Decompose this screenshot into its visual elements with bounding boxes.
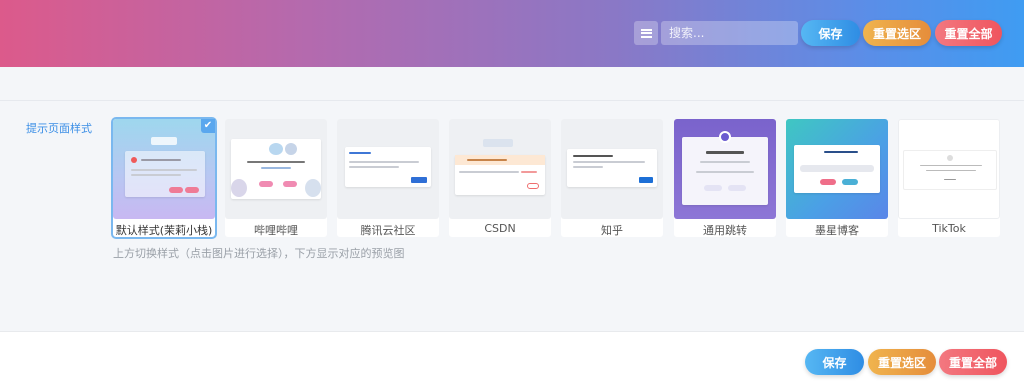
- menu-icon[interactable]: [634, 21, 658, 45]
- style-thumbnail: [674, 119, 776, 219]
- style-thumbnail: [225, 119, 327, 219]
- style-option-bilibili[interactable]: 哔哩哔哩: [225, 119, 327, 237]
- style-caption: TikTok: [932, 222, 966, 235]
- style-option-tencent[interactable]: 腾讯云社区: [337, 119, 439, 237]
- style-option-moxing[interactable]: 墨星博客: [786, 119, 888, 237]
- style-caption: 哔哩哔哩: [254, 224, 298, 237]
- check-icon: ✔: [201, 119, 215, 133]
- style-label: 提示页面样式: [26, 122, 92, 135]
- style-caption: 知乎: [601, 224, 623, 237]
- style-caption: 腾讯云社区: [360, 224, 416, 237]
- style-caption: 墨星博客: [815, 224, 859, 237]
- style-thumbnail: [449, 119, 551, 219]
- style-thumbnail: [337, 119, 439, 219]
- footer-bar: 保存 重置选区 重置全部: [0, 331, 1024, 387]
- style-caption: 默认样式(茉莉小栈): [115, 224, 213, 237]
- style-thumbnail: [561, 119, 663, 219]
- style-hint-text: 上方切换样式（点击图片进行选择），下方显示对应的预览图: [113, 247, 405, 260]
- style-caption: CSDN: [484, 222, 516, 235]
- footer-save-button[interactable]: 保存: [805, 349, 864, 375]
- search-input[interactable]: [661, 21, 798, 45]
- footer-reset-selection-button[interactable]: 重置选区: [868, 349, 936, 375]
- style-option-generic[interactable]: 通用跳转: [674, 119, 776, 237]
- style-thumbnail: [786, 119, 888, 219]
- style-option-csdn[interactable]: CSDN: [449, 119, 551, 237]
- style-thumbnail: [898, 119, 1000, 219]
- style-option-zhihu[interactable]: 知乎: [561, 119, 663, 237]
- style-thumbnail: [113, 119, 215, 219]
- style-option-tiktok[interactable]: TikTok: [898, 119, 1000, 237]
- footer-reset-all-button[interactable]: 重置全部: [939, 349, 1007, 375]
- reset-selection-button[interactable]: 重置选区: [863, 20, 931, 46]
- top-toolbar: 保存 重置选区 重置全部: [0, 0, 1024, 67]
- divider: [0, 100, 1024, 101]
- save-button[interactable]: 保存: [801, 20, 860, 46]
- reset-all-button[interactable]: 重置全部: [935, 20, 1002, 46]
- style-option-default[interactable]: ✔ 默认样式(茉莉小栈): [111, 117, 217, 239]
- style-caption: 通用跳转: [703, 224, 747, 237]
